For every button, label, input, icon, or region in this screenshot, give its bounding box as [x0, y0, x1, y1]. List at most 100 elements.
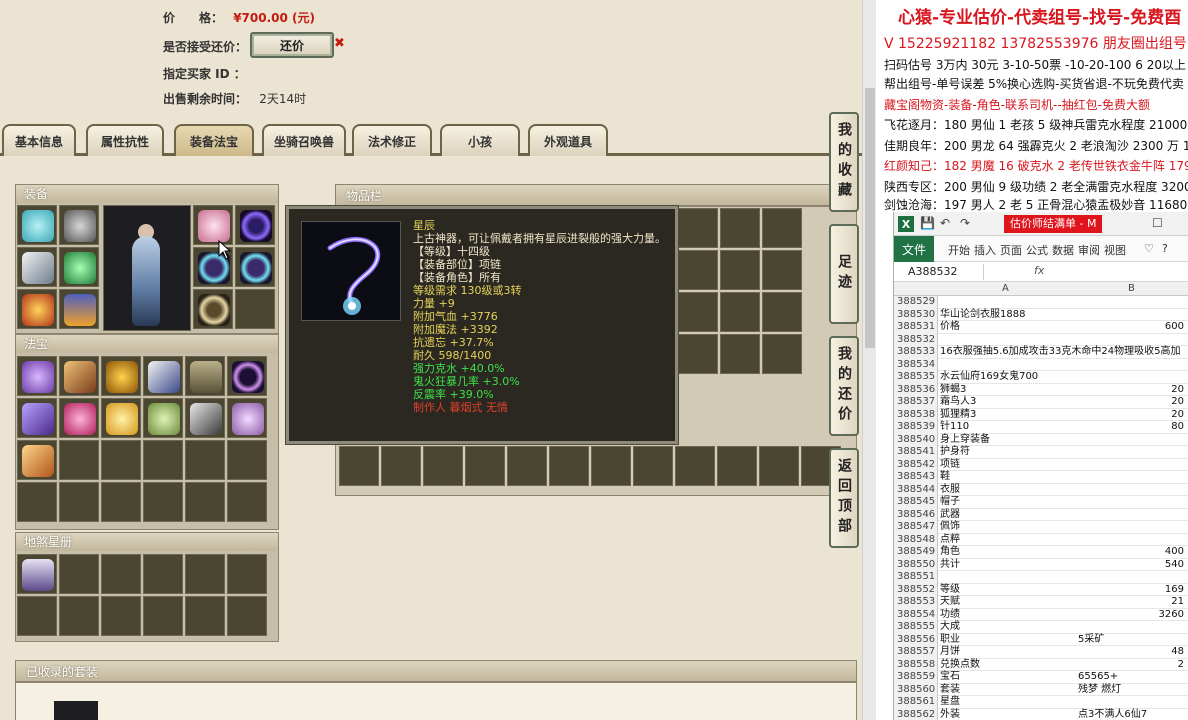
row-number[interactable]: 388540: [894, 433, 938, 446]
cell-a[interactable]: 护身符: [940, 446, 1074, 459]
cell-a[interactable]: 鞋: [940, 471, 1074, 484]
equip-slot[interactable]: [193, 205, 233, 245]
row-number[interactable]: 388539: [894, 421, 938, 434]
bag-slot[interactable]: [507, 446, 547, 486]
cell-a[interactable]: 角色: [940, 546, 1074, 559]
heart-icon[interactable]: ♡: [1144, 242, 1154, 255]
equip-slot[interactable]: [59, 289, 99, 329]
sheet-row[interactable]: 388545 帽子: [894, 496, 1188, 509]
footprint-button[interactable]: 足迹: [829, 224, 859, 324]
sheet-row[interactable]: 388541 护身符: [894, 446, 1188, 459]
sheet-row[interactable]: 388539 针110 80: [894, 421, 1188, 434]
ribbon-tab-page[interactable]: 页面: [1000, 242, 1022, 258]
row-number[interactable]: 388545: [894, 496, 938, 509]
equip-slot[interactable]: [17, 247, 57, 287]
cell-a[interactable]: 共计: [940, 559, 1074, 572]
column-header-b[interactable]: B: [1128, 283, 1135, 294]
row-number[interactable]: 388553: [894, 596, 938, 609]
sheet-row[interactable]: 388560 套装 残梦 燃灯: [894, 683, 1188, 697]
fabao-slot[interactable]: [101, 356, 141, 396]
row-number[interactable]: 388554: [894, 608, 938, 621]
redo-icon[interactable]: ↷: [960, 216, 970, 230]
cell-b[interactable]: 20: [1076, 384, 1186, 397]
fabao-slot[interactable]: [185, 356, 225, 396]
ribbon-tab-home[interactable]: 开始: [948, 242, 970, 258]
cell-a[interactable]: 霜鸟人3: [940, 396, 1074, 409]
sheet-row[interactable]: 388556 职业 5采矿: [894, 633, 1188, 647]
cell-a[interactable]: 16衣服强抽5.6加成攻击33克木命中24物理吸收5高加: [940, 346, 1180, 359]
suit-thumbnail[interactable]: [54, 701, 98, 720]
cell-a[interactable]: 功绩: [940, 609, 1074, 622]
dishapu-slot[interactable]: [185, 554, 225, 594]
row-number[interactable]: 388562: [894, 708, 938, 720]
cell-b[interactable]: 5采矿: [1076, 634, 1186, 647]
sheet-row[interactable]: 388542 项链: [894, 458, 1188, 471]
cell-a[interactable]: 外装: [940, 709, 1074, 720]
bag-slot[interactable]: [678, 334, 718, 374]
bag-slot[interactable]: [717, 446, 757, 486]
bag-slot[interactable]: [465, 446, 505, 486]
sheet-row[interactable]: 388547 佩饰: [894, 521, 1188, 534]
cell-a[interactable]: 兑换点数: [940, 659, 1074, 672]
bag-slot[interactable]: [762, 334, 802, 374]
sheet-row[interactable]: 388553 天赋 21: [894, 596, 1188, 609]
fabao-slot[interactable]: [227, 482, 267, 522]
bag-slot[interactable]: [381, 446, 421, 486]
dishapu-slot[interactable]: [143, 596, 183, 636]
sheet-row[interactable]: 388554 功绩 3260: [894, 608, 1188, 622]
fabao-slot[interactable]: [185, 482, 225, 522]
fabao-slot[interactable]: [227, 440, 267, 480]
cell-a[interactable]: 身上穿装备: [940, 434, 1074, 447]
restore-window-icon[interactable]: ☐: [1152, 216, 1163, 230]
bag-slot[interactable]: [423, 446, 463, 486]
sheet-row[interactable]: 388537 霜鸟人3 20: [894, 396, 1188, 409]
tab-children[interactable]: 小孩: [440, 124, 520, 156]
fabao-slot[interactable]: [185, 398, 225, 438]
counter-offer-button[interactable]: 还价: [250, 32, 334, 58]
ribbon-tab-review[interactable]: 审阅: [1078, 242, 1100, 258]
equip-slot[interactable]: [235, 205, 275, 245]
sheet-row[interactable]: 388546 武器: [894, 508, 1188, 522]
cell-a[interactable]: 狐狸精3: [940, 409, 1074, 422]
cell-a[interactable]: 宝石: [940, 671, 1074, 684]
row-number[interactable]: 388555: [894, 621, 938, 634]
row-number[interactable]: 388538: [894, 408, 938, 421]
bag-slot[interactable]: [591, 446, 631, 486]
cell-a[interactable]: 武器: [940, 509, 1074, 522]
cell-b[interactable]: 169: [1076, 584, 1186, 597]
row-number[interactable]: 388547: [894, 521, 938, 534]
bag-slot[interactable]: [720, 334, 760, 374]
column-header-a[interactable]: A: [1002, 283, 1009, 294]
dishapu-slot[interactable]: [227, 596, 267, 636]
cell-b[interactable]: 600: [1076, 321, 1186, 334]
bag-slot[interactable]: [720, 292, 760, 332]
sheet-row[interactable]: 388535 水云仙府169女鬼700: [894, 371, 1188, 384]
bag-slot[interactable]: [339, 446, 379, 486]
sheet-row[interactable]: 388538 狐狸精3 20: [894, 408, 1188, 422]
sheet-row[interactable]: 388532: [894, 333, 1188, 346]
row-number[interactable]: 388534: [894, 358, 938, 371]
tab-basic-info[interactable]: 基本信息: [2, 124, 76, 156]
bag-slot[interactable]: [759, 446, 799, 486]
cell-b[interactable]: 点3不满人6仙7: [1076, 709, 1186, 720]
sheet-row[interactable]: 388534: [894, 358, 1188, 371]
row-number[interactable]: 388537: [894, 396, 938, 409]
fabao-slot[interactable]: [185, 440, 225, 480]
sheet-row[interactable]: 388531 价格 600: [894, 321, 1188, 334]
cell-a[interactable]: 水云仙府169女鬼700: [940, 371, 1074, 384]
fabao-slot[interactable]: [59, 356, 99, 396]
cell-a[interactable]: 套装: [940, 684, 1074, 697]
fabao-slot[interactable]: [101, 440, 141, 480]
row-number[interactable]: 388559: [894, 671, 938, 684]
cell-a[interactable]: 星盘: [940, 696, 1074, 709]
ribbon-tab-data[interactable]: 数据: [1052, 242, 1074, 258]
sheet-row[interactable]: 388544 衣服: [894, 483, 1188, 496]
ribbon-tab-insert[interactable]: 插入: [974, 242, 996, 258]
my-favorites-button[interactable]: 我的收藏: [829, 112, 859, 212]
row-number[interactable]: 388535: [894, 371, 938, 384]
dishapu-slot[interactable]: [59, 596, 99, 636]
row-number[interactable]: 388543: [894, 471, 938, 484]
cell-a[interactable]: 职业: [940, 634, 1074, 647]
dishapu-slot[interactable]: [143, 554, 183, 594]
equip-slot[interactable]: [193, 289, 233, 329]
